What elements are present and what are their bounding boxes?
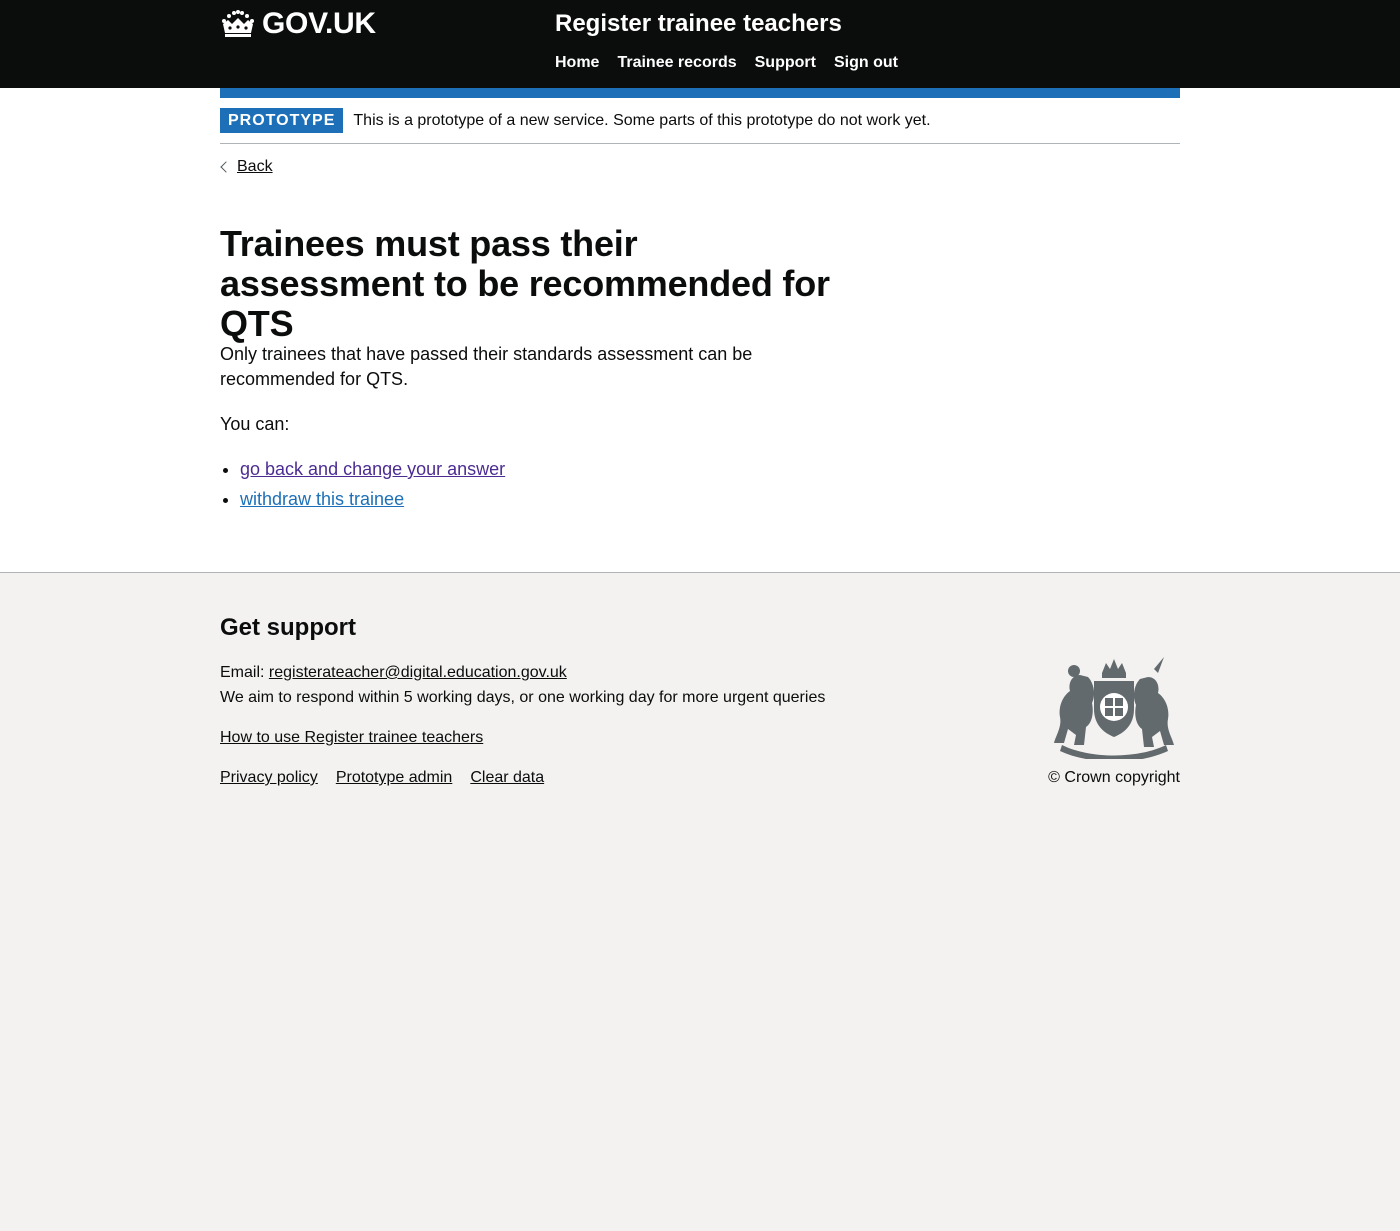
site-header: GOV.UK Register trainee teachers Home Tr… [0,0,1400,88]
royal-coat-of-arms-icon [1054,657,1174,759]
crown-icon [222,10,254,37]
phase-banner-text: This is a prototype of a new service. So… [353,111,931,129]
copyright-container: © Crown copyright [1048,768,1180,788]
site-footer: Get support Email: registerateacher@digi… [0,573,1400,873]
change-answer-link[interactable]: go back and change your answer [240,459,505,479]
back-link[interactable]: Back [237,158,273,176]
footer-links: Privacy policy Prototype admin Clear dat… [220,768,544,788]
service-name-link[interactable]: Register trainee teachers [555,9,842,39]
nav-support[interactable]: Support [755,53,816,73]
crown-copyright-link[interactable]: © Crown copyright [1048,769,1180,786]
action-list: go back and change your answer withdraw … [220,454,505,514]
support-email-link[interactable]: registerateacher@digital.education.gov.u… [269,664,567,681]
main-wrapper: PROTOTYPE This is a prototype of a new s… [0,88,1400,573]
privacy-policy-link[interactable]: Privacy policy [220,768,318,788]
page-title: Trainees must pass their assessment to b… [220,223,830,344]
footer-email-line: Email: registerateacher@digital.educatio… [220,663,567,683]
list-item: go back and change your answer [240,454,505,484]
body-text: Only trainees that have passed their sta… [220,344,753,389]
nav-home[interactable]: Home [555,53,599,73]
primary-navigation: Home Trainee records Support Sign out [555,53,898,73]
list-item: withdraw this trainee [240,484,505,514]
how-to-container: How to use Register trainee teachers [220,728,483,748]
footer-heading: Get support [220,614,356,641]
nav-trainee-records[interactable]: Trainee records [617,53,736,73]
chevron-left-icon [220,161,232,173]
you-can-text: You can: [220,414,290,434]
phase-banner: PROTOTYPE This is a prototype of a new s… [220,98,1180,144]
email-label: Email: [220,664,265,681]
prototype-admin-link[interactable]: Prototype admin [336,768,453,788]
withdraw-trainee-link[interactable]: withdraw this trainee [240,489,404,509]
header-blue-bar [220,88,1180,98]
response-time-text: We aim to respond within 5 working days,… [220,689,826,706]
nav-sign-out[interactable]: Sign out [834,53,898,73]
back-link-container: Back [220,158,273,176]
how-to-use-link[interactable]: How to use Register trainee teachers [220,729,483,746]
govuk-logo-text: GOV.UK [262,7,376,40]
clear-data-link[interactable]: Clear data [470,768,544,788]
phase-tag: PROTOTYPE [220,108,344,133]
govuk-logo-link[interactable]: GOV.UK [220,9,376,39]
